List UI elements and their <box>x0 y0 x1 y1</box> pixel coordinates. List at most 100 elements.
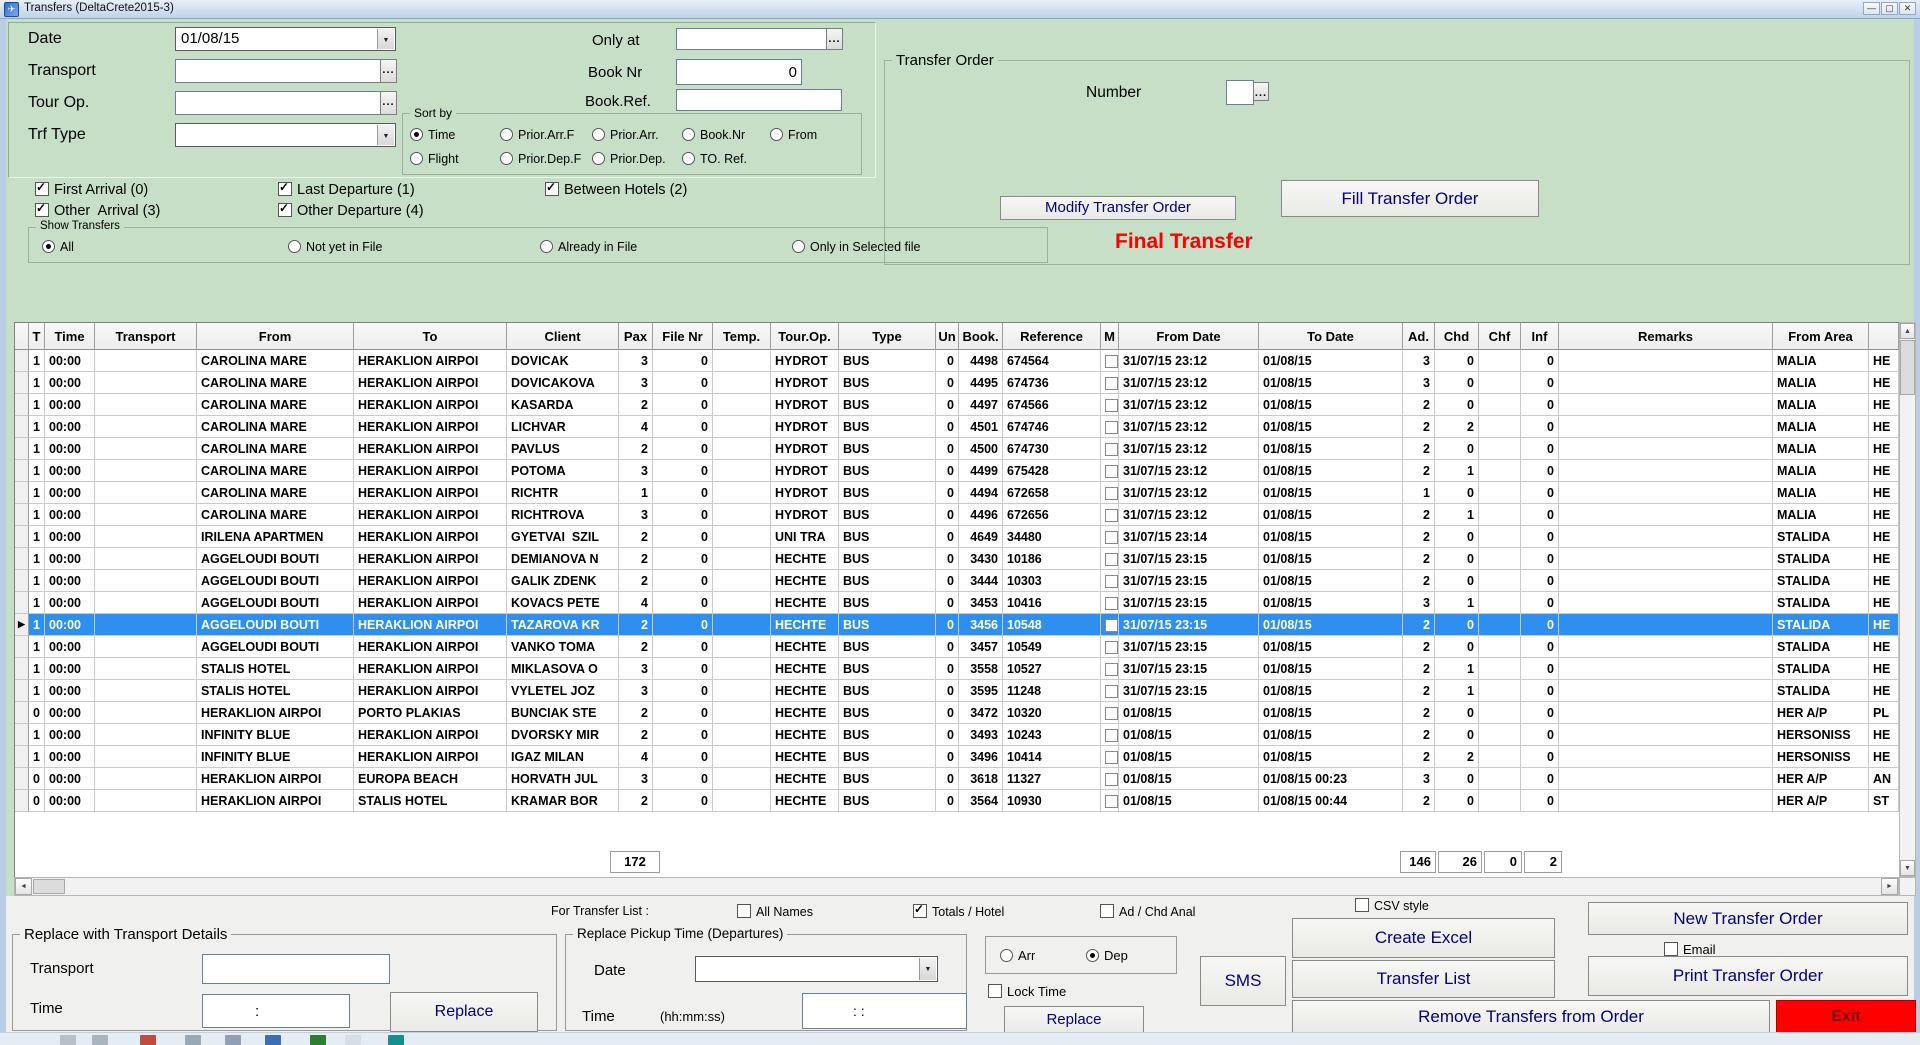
cell-remarks[interactable] <box>1559 504 1773 526</box>
cell-m[interactable] <box>1101 658 1119 680</box>
horizontal-scrollbar[interactable]: ◄ ► <box>14 877 1899 896</box>
column-header-from-date[interactable]: From Date <box>1119 323 1259 350</box>
cell-m[interactable] <box>1101 724 1119 746</box>
cell-t[interactable]: 1 <box>29 724 45 746</box>
row-marker[interactable] <box>15 460 29 482</box>
sms-button[interactable]: SMS <box>1200 956 1286 1006</box>
cell-chf[interactable] <box>1479 460 1521 482</box>
cell-from-date[interactable]: 31/07/15 23:15 <box>1119 636 1259 658</box>
cell-m[interactable] <box>1101 416 1119 438</box>
cell-time[interactable]: 00:00 <box>45 504 95 526</box>
cell-t[interactable]: 1 <box>29 460 45 482</box>
minimize-icon[interactable]: — <box>1863 2 1880 15</box>
cell-to[interactable]: STALIS HOTEL <box>354 790 507 812</box>
cell-un[interactable]: 0 <box>936 636 959 658</box>
cell-client[interactable]: KASARDA <box>507 394 619 416</box>
print-transfer-order-button[interactable]: Print Transfer Order <box>1588 956 1908 996</box>
cell-temp[interactable] <box>713 724 771 746</box>
totals-hotel-checkbox[interactable]: Totals / Hotel <box>913 904 1004 919</box>
cell-book[interactable]: 3453 <box>959 592 1003 614</box>
cell-pax[interactable]: 2 <box>619 724 653 746</box>
cell-m[interactable] <box>1101 790 1119 812</box>
cell-tour-op[interactable]: HECHTE <box>771 658 839 680</box>
cell-to[interactable]: HERAKLION AIRPOI <box>354 438 507 460</box>
cell-time[interactable]: 00:00 <box>45 350 95 372</box>
cell-chf[interactable] <box>1479 702 1521 724</box>
cell-pax[interactable]: 3 <box>619 372 653 394</box>
cell-to-area[interactable]: HE <box>1869 482 1899 504</box>
cell-book[interactable]: 3430 <box>959 548 1003 570</box>
cell-reference[interactable]: 674736 <box>1003 372 1101 394</box>
cell-to[interactable]: HERAKLION AIRPOI <box>354 526 507 548</box>
date-combobox[interactable]: 01/08/15 <box>175 27 396 51</box>
cell-from-area[interactable]: STALIDA <box>1773 570 1869 592</box>
column-header-book[interactable]: Book. <box>959 323 1003 350</box>
cell-book[interactable]: 4500 <box>959 438 1003 460</box>
cell-reference[interactable]: 674566 <box>1003 394 1101 416</box>
cell-t[interactable]: 1 <box>29 416 45 438</box>
cell-to-area[interactable]: HE <box>1869 746 1899 768</box>
cell-type[interactable]: BUS <box>839 526 936 548</box>
cell-book[interactable]: 4497 <box>959 394 1003 416</box>
cell-from-area[interactable]: HERSONISS <box>1773 746 1869 768</box>
replace-time-input[interactable] <box>202 994 350 1028</box>
cell-temp[interactable] <box>713 658 771 680</box>
cell-reference[interactable]: 672656 <box>1003 504 1101 526</box>
cell-type[interactable]: BUS <box>839 438 936 460</box>
cell-from[interactable]: AGGELOUDI BOUTI <box>197 548 354 570</box>
cell-to-area[interactable]: HE <box>1869 592 1899 614</box>
row-marker[interactable] <box>15 504 29 526</box>
sort-from-radio[interactable]: From <box>770 128 817 142</box>
cell-file-nr[interactable]: 0 <box>653 504 713 526</box>
cell-inf[interactable]: 0 <box>1521 636 1559 658</box>
cell-inf[interactable]: 0 <box>1521 548 1559 570</box>
cell-from-date[interactable]: 31/07/15 23:15 <box>1119 592 1259 614</box>
cell-file-nr[interactable]: 0 <box>653 702 713 724</box>
cell-un[interactable]: 0 <box>936 350 959 372</box>
cell-to[interactable]: HERAKLION AIRPOI <box>354 394 507 416</box>
table-row[interactable]: 000:00HERAKLION AIRPOISTALIS HOTELKRAMAR… <box>15 790 1899 812</box>
cell-un[interactable]: 0 <box>936 438 959 460</box>
email-checkbox[interactable]: Email <box>1664 942 1716 957</box>
column-header-to[interactable]: To <box>354 323 507 350</box>
cell-tour-op[interactable]: UNI TRA <box>771 526 839 548</box>
cell-to[interactable]: HERAKLION AIRPOI <box>354 592 507 614</box>
cell-to[interactable]: HERAKLION AIRPOI <box>354 680 507 702</box>
cell-chf[interactable] <box>1479 394 1521 416</box>
column-header-type[interactable]: Type <box>839 323 936 350</box>
cell-file-nr[interactable]: 0 <box>653 394 713 416</box>
cell-chf[interactable] <box>1479 526 1521 548</box>
cell-remarks[interactable] <box>1559 570 1773 592</box>
cell-from[interactable]: AGGELOUDI BOUTI <box>197 570 354 592</box>
cell-un[interactable]: 0 <box>936 746 959 768</box>
cell-time[interactable]: 00:00 <box>45 592 95 614</box>
m-checkbox-icon[interactable] <box>1105 399 1118 412</box>
cell-pax[interactable]: 3 <box>619 350 653 372</box>
cell-to-date[interactable]: 01/08/15 <box>1259 504 1403 526</box>
cell-time[interactable]: 00:00 <box>45 636 95 658</box>
cell-remarks[interactable] <box>1559 636 1773 658</box>
cell-remarks[interactable] <box>1559 592 1773 614</box>
cell-transport[interactable] <box>95 724 197 746</box>
cell-to[interactable]: PORTO PLAKIAS <box>354 702 507 724</box>
cell-from[interactable]: CAROLINA MARE <box>197 372 354 394</box>
transfer-order-number-input[interactable] <box>1226 80 1254 105</box>
cell-reference[interactable]: 674730 <box>1003 438 1101 460</box>
cell-book[interactable]: 4499 <box>959 460 1003 482</box>
cell-t[interactable]: 1 <box>29 504 45 526</box>
column-header-inf[interactable]: Inf <box>1521 323 1559 350</box>
cell-transport[interactable] <box>95 658 197 680</box>
cell-from-area[interactable]: MALIA <box>1773 394 1869 416</box>
cell-from[interactable]: HERAKLION AIRPOI <box>197 702 354 724</box>
cell-type[interactable]: BUS <box>839 746 936 768</box>
cell-to[interactable]: EUROPA BEACH <box>354 768 507 790</box>
cell-ad[interactable]: 2 <box>1403 724 1435 746</box>
cell-from-date[interactable]: 31/07/15 23:15 <box>1119 570 1259 592</box>
cell-temp[interactable] <box>713 702 771 724</box>
cell-file-nr[interactable]: 0 <box>653 372 713 394</box>
cell-from[interactable]: CAROLINA MARE <box>197 438 354 460</box>
scroll-left-icon[interactable]: ◄ <box>15 878 32 895</box>
cell-reference[interactable]: 10930 <box>1003 790 1101 812</box>
cell-from-date[interactable]: 01/08/15 <box>1119 702 1259 724</box>
column-header-reference[interactable]: Reference <box>1003 323 1101 350</box>
